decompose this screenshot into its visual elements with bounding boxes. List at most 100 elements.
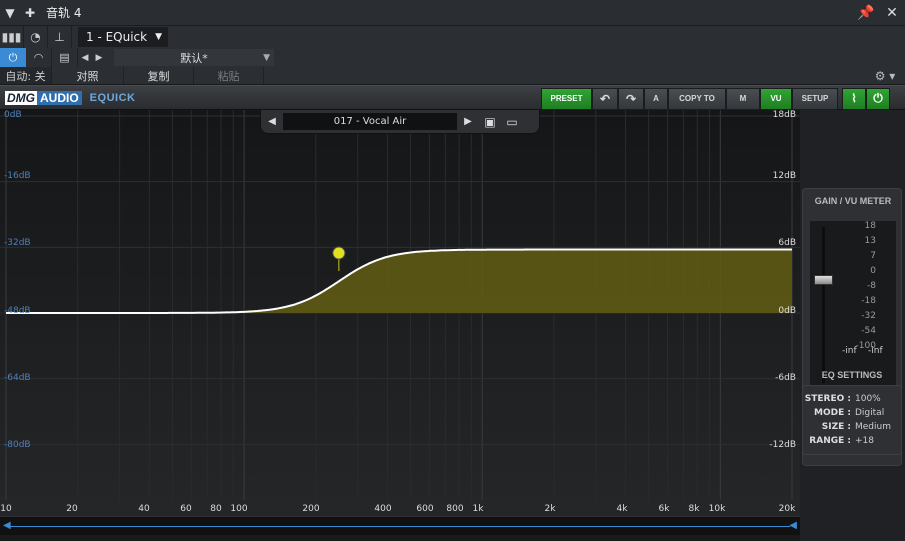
dial-icon[interactable]: ◔	[24, 26, 48, 48]
setup-button[interactable]: SETUP	[792, 87, 838, 110]
freq-label: 1k	[472, 504, 484, 514]
eq-graph-canvas[interactable]	[0, 110, 800, 535]
menu-chevron-down-icon[interactable]: ▼	[0, 6, 20, 20]
vu-tick: -18	[861, 296, 876, 306]
copy-to-button[interactable]: COPY TO	[668, 87, 726, 110]
freq-label: 600	[416, 504, 434, 514]
freq-label: 20	[66, 504, 78, 514]
add-icon[interactable]: ✚	[20, 6, 40, 20]
plugin-slot-label: 1 - EQuick	[86, 30, 148, 44]
eq-graph[interactable]: 0dB -16dB -32dB -48dB -64dB -80dB 18dB 1…	[0, 110, 800, 535]
eq-setting-row[interactable]: SIZE : Medium	[803, 422, 903, 432]
scroll-range[interactable]	[10, 526, 790, 527]
band-handle[interactable]	[332, 246, 346, 260]
left-db-label: -32dB	[4, 238, 31, 248]
eq-setting-row[interactable]: STEREO : 100%	[803, 394, 903, 404]
gain-fader-knob[interactable]	[814, 275, 833, 285]
bypass-icon[interactable]: ◠	[26, 48, 52, 67]
copy-button[interactable]: 复制	[124, 67, 194, 84]
eq-setting-value: +18	[855, 436, 874, 446]
right-db-label: -12dB	[769, 440, 796, 450]
audio-logo: AUDIO	[37, 90, 82, 105]
left-db-label: -80dB	[4, 440, 31, 450]
right-db-label: -6dB	[775, 373, 796, 383]
vu-tick: -54	[861, 326, 876, 336]
freq-label: 100	[230, 504, 248, 514]
freq-label: 60	[180, 504, 192, 514]
close-icon[interactable]: ✕	[879, 5, 905, 21]
next-preset-icon[interactable]: ▶	[92, 53, 106, 63]
next-preset-icon[interactable]: ▶	[457, 116, 479, 127]
freq-label: 400	[374, 504, 392, 514]
vu-inf-left: -inf	[842, 346, 857, 356]
ab-button[interactable]: A	[644, 87, 668, 110]
prev-preset-icon[interactable]: ◀	[261, 116, 283, 127]
compare-button[interactable]: 对照	[52, 67, 124, 84]
routing-icon[interactable]: ⊥	[48, 26, 72, 48]
undo-button[interactable]: ↶	[592, 87, 618, 110]
eq-setting-row[interactable]: RANGE : +18	[803, 436, 903, 446]
freq-label: 8k	[688, 504, 700, 514]
analyzer-icon[interactable]: ⌇	[842, 87, 866, 110]
plugin-toolbar: PRESET ↶ ↷ A COPY TO M VU SETUP ⌇ ⏻	[541, 86, 890, 110]
gear-icon[interactable]: ⚙ ▾	[865, 69, 905, 83]
eq-setting-key: SIZE :	[821, 422, 851, 432]
plugin-slot-dropdown[interactable]: 1 - EQuick ▼	[78, 27, 168, 47]
vu-tick: -32	[861, 311, 876, 321]
preset-browser: ◀ 017 - Vocal Air ▶ ▣ ▭	[260, 110, 540, 134]
gain-fader-track[interactable]	[822, 227, 825, 383]
eq-setting-value: Medium	[855, 422, 891, 432]
preset-default-label: 默认*	[180, 51, 208, 65]
redo-button[interactable]: ↷	[618, 87, 644, 110]
host-toolbar-top: ▮▮▮ ◔ ⊥ 1 - EQuick ▼	[0, 26, 905, 48]
power-button[interactable]: ⏻	[0, 48, 26, 67]
left-db-label: -64dB	[4, 373, 31, 383]
folder-icon[interactable]: ▭	[501, 115, 523, 129]
pin-icon[interactable]: 📌	[853, 5, 879, 21]
paste-button[interactable]: 粘贴	[194, 67, 264, 84]
dmg-logo: DMG	[5, 90, 37, 105]
freq-label: 6k	[658, 504, 670, 514]
document-icon[interactable]: ▤	[52, 48, 78, 67]
eq-settings-box[interactable]: STEREO : 100% MODE : Digital SIZE : Medi…	[802, 385, 902, 455]
left-db-label: -48dB	[4, 306, 31, 316]
freq-label: 40	[138, 504, 150, 514]
plugin-header: DMG AUDIO EQUICK PRESET ↶ ↷ A COPY TO M …	[0, 85, 905, 110]
vu-tick: 0	[870, 266, 876, 276]
vu-tick: -8	[867, 281, 876, 291]
m-button[interactable]: M	[726, 87, 760, 110]
right-db-label: 6dB	[778, 238, 796, 248]
eq-setting-value: 100%	[855, 394, 881, 404]
freq-label: 4k	[616, 504, 628, 514]
preset-default-dropdown[interactable]: 默认* ▼	[114, 49, 274, 66]
scroll-right-icon[interactable]: ◀	[789, 520, 797, 531]
preset-name[interactable]: 017 - Vocal Air	[283, 113, 457, 130]
eq-setting-key: RANGE :	[809, 436, 851, 446]
side-panel: GAIN / VU METER 18 13 7 0 -8 -18 -32 -54…	[800, 110, 905, 541]
track-name: 音轨 4	[46, 6, 82, 20]
right-db-label: 12dB	[772, 171, 796, 181]
eq-settings-title: EQ SETTINGS	[821, 370, 883, 380]
zoom-scrollbar[interactable]: ◀ ◀	[0, 516, 800, 535]
freq-label: 800	[446, 504, 464, 514]
scroll-left-icon[interactable]: ◀	[3, 520, 11, 531]
prev-preset-icon[interactable]: ◀	[78, 53, 92, 63]
freq-label: 2k	[544, 504, 556, 514]
host-toolbar-bottom: 自动: 关 对照 复制 粘贴 ⚙ ▾	[0, 67, 905, 84]
product-name: EQUICK	[89, 91, 136, 104]
vu-inf-right: -inf	[868, 346, 883, 356]
freq-label: 80	[210, 504, 222, 514]
eq-setting-key: MODE :	[814, 408, 851, 418]
auto-off-button[interactable]: 自动: 关	[0, 67, 52, 84]
vu-tick: 13	[864, 236, 876, 246]
freq-label: 20k	[778, 504, 796, 514]
chevron-down-icon: ▼	[263, 52, 270, 63]
power-icon[interactable]: ⏻	[866, 87, 890, 110]
bars-icon[interactable]: ▮▮▮	[0, 26, 24, 48]
save-icon[interactable]: ▣	[479, 115, 501, 129]
vu-button[interactable]: VU	[760, 87, 792, 110]
freq-label: 10	[0, 504, 12, 514]
eq-setting-row[interactable]: MODE : Digital	[803, 408, 903, 418]
preset-button[interactable]: PRESET	[541, 87, 592, 110]
right-db-label: 0dB	[778, 306, 796, 316]
